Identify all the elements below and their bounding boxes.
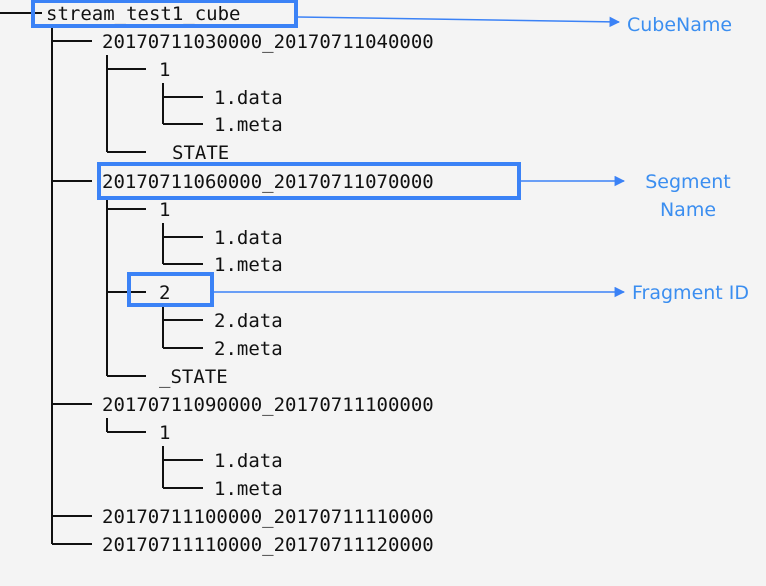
fragment-id-annotation: Fragment ID bbox=[632, 282, 749, 304]
tree-connectors bbox=[0, 12, 203, 545]
segment2-fragment1-id: 1 bbox=[159, 199, 170, 221]
annotation-labels: CubeName Segment Name Fragment ID bbox=[627, 14, 749, 304]
segment-name-annotation-line1: Segment bbox=[645, 171, 731, 193]
segment1-fragment1-id: 1 bbox=[159, 59, 170, 81]
segment3-fragment1-meta-file: 1.meta bbox=[214, 478, 283, 500]
fragment-id-highlight-box bbox=[127, 272, 214, 307]
segment3-name: 20170711090000_20170711100000 bbox=[102, 394, 434, 416]
segment2-fragment2-meta-file: 2.meta bbox=[214, 338, 283, 360]
cube-name-arrow bbox=[297, 16, 621, 28]
segment2-fragment2-data-file: 2.data bbox=[214, 310, 283, 332]
segment3-fragment1-id: 1 bbox=[159, 422, 170, 444]
segment2-fragment2-id: 2 bbox=[159, 282, 170, 304]
segment1-fragment1-data-file: 1.data bbox=[214, 87, 283, 109]
cube-name-label: stream_test1_cube bbox=[46, 3, 240, 25]
segment5-name: 20170711110000_20170711120000 bbox=[102, 534, 434, 556]
segment2-name: 20170711060000_20170711070000 bbox=[102, 171, 434, 193]
segment3-fragment1-data-file: 1.data bbox=[214, 450, 283, 472]
segment2-state-file: _STATE bbox=[159, 366, 228, 388]
segment4-name: 20170711100000_20170711110000 bbox=[102, 506, 434, 528]
cube-name-annotation: CubeName bbox=[627, 14, 732, 36]
segment1-fragment1-meta-file: 1.meta bbox=[214, 114, 283, 136]
tree-labels: stream_test1_cube 20170711030000_2017071… bbox=[46, 3, 434, 556]
directory-tree-diagram: stream_test1_cube 20170711030000_2017071… bbox=[0, 0, 749, 556]
segment-name-annotation-line2: Name bbox=[660, 199, 716, 221]
segment1-state-file: STATE bbox=[172, 142, 229, 164]
segment1-name: 20170711030000_20170711040000 bbox=[102, 31, 434, 53]
segment2-fragment1-meta-file: 1.meta bbox=[214, 254, 283, 276]
segment2-fragment1-data-file: 1.data bbox=[214, 227, 283, 249]
annotation-arrows bbox=[214, 16, 626, 298]
